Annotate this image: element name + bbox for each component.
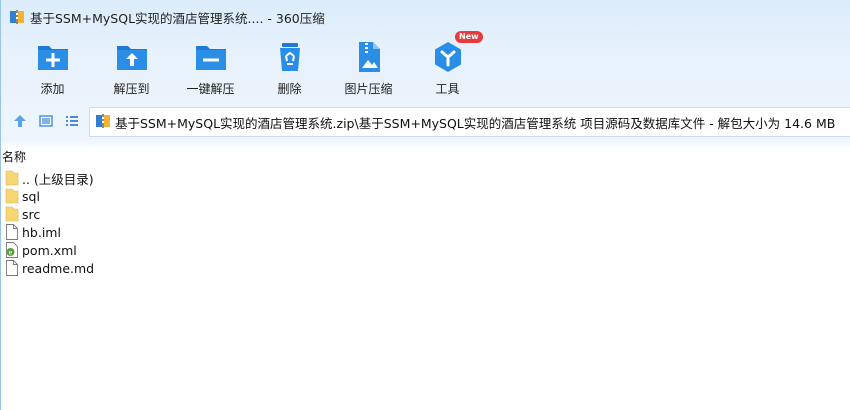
- folder-icon: [5, 170, 19, 186]
- file-list: .. (上级目录) sql src hb.iml e pom.xml readm…: [5, 169, 94, 277]
- new-badge: New: [455, 31, 483, 43]
- extract-to-button[interactable]: 解压到: [92, 36, 171, 98]
- address-path: 基于SSM+MySQL实现的酒店管理系统.zip\基于SSM+MySQL实现的酒…: [115, 115, 836, 131]
- image-compress-label: 图片压缩: [344, 82, 393, 96]
- delete-button[interactable]: 删除: [250, 36, 329, 98]
- folder-icon: [5, 206, 19, 222]
- archive-path-icon: [95, 113, 111, 132]
- address-bar[interactable]: 基于SSM+MySQL实现的酒店管理系统.zip\基于SSM+MySQL实现的酒…: [89, 107, 850, 137]
- window-title: 基于SSM+MySQL实现的酒店管理系统.... - 360压缩: [30, 10, 325, 26]
- tools-label: 工具: [435, 82, 460, 96]
- thumbnail-view-icon: [39, 114, 53, 131]
- list-item-hb-iml[interactable]: hb.iml: [5, 223, 94, 241]
- address-row: 基于SSM+MySQL实现的酒店管理系统.zip\基于SSM+MySQL实现的酒…: [1, 107, 850, 137]
- item-name: readme.md: [22, 260, 95, 276]
- one-click-extract-icon: [194, 40, 228, 74]
- view-list-button[interactable]: [59, 108, 85, 136]
- up-level-button[interactable]: [7, 108, 33, 136]
- item-name: .. (上级目录): [22, 171, 94, 187]
- item-name: pom.xml: [22, 242, 77, 258]
- column-header-name[interactable]: 名称: [2, 148, 850, 166]
- xml-file-icon: e: [5, 242, 19, 258]
- list-item-sql[interactable]: sql: [5, 187, 94, 205]
- view-thumbnail-button[interactable]: [33, 108, 59, 136]
- list-item-src[interactable]: src: [5, 205, 94, 223]
- add-folder-icon: [36, 40, 70, 74]
- arrow-up-icon: [13, 114, 27, 131]
- list-item-pom-xml[interactable]: e pom.xml: [5, 241, 94, 259]
- extract-to-label: 解压到: [113, 82, 150, 96]
- title-bar: 基于SSM+MySQL实现的酒店管理系统.... - 360压缩: [1, 0, 850, 34]
- add-label: 添加: [40, 82, 65, 96]
- list-item-readme-md[interactable]: readme.md: [5, 259, 94, 277]
- list-item-parent-dir[interactable]: .. (上级目录): [5, 169, 94, 187]
- recycle-bin-icon: [273, 40, 307, 74]
- app-window: 基于SSM+MySQL实现的酒店管理系统.... - 360压缩 添加 解压到 …: [0, 0, 850, 410]
- one-click-extract-button[interactable]: 一键解压: [171, 36, 250, 98]
- file-icon: [5, 224, 19, 240]
- svg-text:e: e: [9, 249, 13, 256]
- list-view-icon: [65, 114, 79, 131]
- add-button[interactable]: 添加: [13, 36, 92, 98]
- item-name: src: [22, 206, 41, 222]
- toolbar: 添加 解压到 一键解压 删除 图片压缩 New 工具: [13, 31, 487, 98]
- extract-to-icon: [115, 40, 149, 74]
- item-name: sql: [22, 188, 40, 204]
- tools-icon: [431, 40, 465, 74]
- delete-label: 删除: [277, 82, 302, 96]
- image-compress-icon: [352, 40, 386, 74]
- item-name: hb.iml: [22, 224, 61, 240]
- archive-app-icon: [9, 9, 25, 25]
- image-compress-button[interactable]: 图片压缩: [329, 36, 408, 98]
- one-click-extract-label: 一键解压: [186, 82, 235, 96]
- folder-icon: [5, 188, 19, 204]
- tools-button[interactable]: New 工具: [408, 31, 487, 98]
- file-icon: [5, 260, 19, 276]
